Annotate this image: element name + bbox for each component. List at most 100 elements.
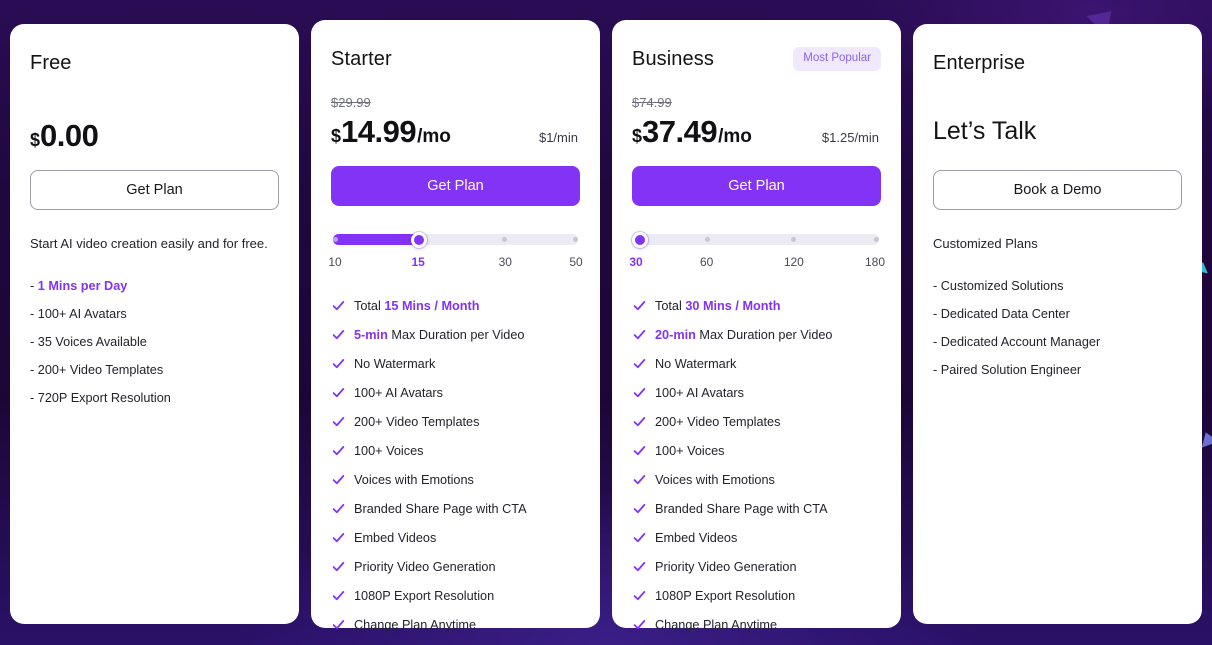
feature-list: Total 15 Mins / Month 5-min Max Duration … bbox=[331, 298, 580, 632]
feature-text: 720P Export Resolution bbox=[37, 391, 171, 405]
price-amount: 0.00 bbox=[40, 118, 99, 153]
current-price: $0.00 bbox=[30, 118, 99, 154]
feature-label: No Watermark bbox=[354, 357, 435, 371]
slider-tick-label[interactable]: 60 bbox=[700, 255, 713, 269]
feature-text: 200+ Video Templates bbox=[655, 414, 781, 429]
price-amount: 37.49 bbox=[642, 114, 718, 149]
slider-fill bbox=[333, 234, 419, 245]
price-period: /mo bbox=[417, 126, 451, 147]
get-plan-button[interactable]: Get Plan bbox=[331, 166, 580, 206]
minutes-slider[interactable]: 10 15 30 50 bbox=[328, 231, 583, 280]
slider-thumb[interactable] bbox=[410, 231, 427, 248]
slider-track[interactable] bbox=[632, 231, 879, 248]
slider-tick-dot[interactable] bbox=[705, 237, 710, 242]
book-a-demo-button[interactable]: Book a Demo bbox=[933, 170, 1182, 210]
feature-item: - Customized Solutions bbox=[933, 279, 1182, 293]
per-minute-rate: $1.25/min bbox=[821, 130, 879, 145]
feature-text: Max Duration per Video bbox=[695, 327, 833, 342]
feature-item: Total 15 Mins / Month bbox=[331, 298, 580, 313]
feature-item: - Dedicated Account Manager bbox=[933, 335, 1182, 349]
feature-text: 100+ Voices bbox=[655, 443, 725, 458]
feature-text: Embed Videos bbox=[655, 530, 738, 545]
slider-thumb[interactable] bbox=[632, 231, 648, 248]
feature-bullet: - bbox=[30, 307, 38, 321]
feature-label: 200+ Video Templates bbox=[354, 415, 479, 429]
feature-item: 100+ AI Avatars bbox=[632, 385, 881, 400]
slider-tick-dot[interactable] bbox=[502, 237, 507, 242]
feature-label: Priority Video Generation bbox=[354, 560, 496, 574]
feature-text: Voices with Emotions bbox=[655, 472, 775, 487]
price-amount: 14.99 bbox=[341, 114, 417, 149]
slider-tick-label[interactable]: 10 bbox=[328, 255, 341, 269]
price-headline: Let’s Talk bbox=[933, 117, 1037, 145]
price-block: $29.99 $14.99/mo $1/min bbox=[331, 94, 580, 160]
check-icon bbox=[331, 588, 346, 603]
feature-list: - Customized Solutions - Dedicated Data C… bbox=[933, 279, 1182, 377]
feature-text: Customized Solutions bbox=[940, 279, 1064, 293]
slider-track[interactable] bbox=[333, 231, 578, 248]
original-price: $74.99 bbox=[632, 95, 672, 110]
feature-item: - 100+ AI Avatars bbox=[30, 307, 279, 321]
feature-item: 100+ AI Avatars bbox=[331, 385, 580, 400]
per-minute-rate: $1/min bbox=[538, 130, 578, 145]
slider-tick-dot[interactable] bbox=[874, 237, 879, 242]
feature-item: - 1 Mins per Day bbox=[30, 279, 279, 293]
most-popular-badge: Most Popular bbox=[793, 47, 881, 71]
slider-tick-label[interactable]: 30 bbox=[629, 255, 642, 269]
feature-label: Total 15 Mins / Month bbox=[354, 299, 479, 313]
feature-text: Change Plan Anytime bbox=[354, 617, 477, 632]
feature-label: 20-min Max Duration per Video bbox=[655, 328, 833, 342]
feature-highlight: 15 Mins / Month bbox=[384, 298, 480, 313]
plan-description: Start AI video creation easily and for f… bbox=[30, 236, 268, 251]
slider-tick-label[interactable]: 50 bbox=[569, 255, 582, 269]
slider-tick-dot[interactable] bbox=[573, 237, 578, 242]
slider-tick-dot[interactable] bbox=[333, 237, 338, 242]
slider-tick-label[interactable]: 30 bbox=[499, 255, 512, 269]
feature-text: 100+ AI Avatars bbox=[655, 385, 744, 400]
feature-label: 100+ Voices bbox=[354, 444, 423, 458]
plan-name: Enterprise bbox=[933, 51, 1026, 74]
check-icon bbox=[331, 414, 346, 429]
check-icon bbox=[331, 443, 346, 458]
check-icon bbox=[331, 472, 346, 487]
feature-item: Branded Share Page with CTA bbox=[331, 501, 580, 516]
slider-tick-label[interactable]: 15 bbox=[411, 255, 424, 269]
feature-label: 100+ Voices bbox=[655, 444, 724, 458]
feature-text: Embed Videos bbox=[354, 530, 437, 545]
get-plan-button[interactable]: Get Plan bbox=[632, 166, 881, 206]
pricing-card-starter: Starter $29.99 $14.99/mo $1/min Get Plan 10 15… bbox=[311, 20, 600, 632]
feature-item: - 200+ Video Templates bbox=[30, 363, 279, 377]
plan-description: Customized Plans bbox=[933, 236, 1038, 251]
minutes-slider[interactable]: 30 60 120 180 bbox=[629, 231, 885, 280]
get-plan-button[interactable]: Get Plan bbox=[30, 170, 279, 210]
feature-item: 1080P Export Resolution bbox=[331, 588, 580, 603]
feature-highlight: 1 Mins per Day bbox=[37, 279, 128, 293]
feature-text: Paired Solution Engineer bbox=[940, 363, 1082, 377]
pricing-card-business: Business Most Popular $74.99 $37.49/mo $1.25… bbox=[612, 20, 901, 632]
slider-tick-label[interactable]: 120 bbox=[784, 255, 804, 269]
feature-text: 100+ AI Avatars bbox=[354, 385, 443, 400]
feature-list: - 1 Mins per Day - 100+ AI Avatars - 35 Vo… bbox=[30, 279, 279, 405]
card-header: Free bbox=[30, 50, 279, 76]
check-icon bbox=[331, 385, 346, 400]
card-header: Business Most Popular bbox=[632, 46, 881, 72]
price-period: /mo bbox=[718, 126, 752, 147]
feature-item: Change Plan Anytime bbox=[632, 617, 881, 632]
feature-item: Total 30 Mins / Month bbox=[632, 298, 881, 313]
check-icon bbox=[632, 414, 647, 429]
feature-text: 35 Voices Available bbox=[37, 335, 147, 349]
plan-name: Starter bbox=[331, 47, 392, 70]
check-icon bbox=[632, 356, 647, 371]
feature-item: - 35 Voices Available bbox=[30, 335, 279, 349]
check-icon bbox=[632, 530, 647, 545]
price-block: $74.99 $37.49/mo $1.25/min bbox=[632, 94, 881, 160]
feature-prefix: Total bbox=[354, 298, 385, 313]
feature-text: 200+ Video Templates bbox=[37, 363, 164, 377]
feature-bullet: - bbox=[933, 279, 941, 293]
current-price: $37.49/mo bbox=[632, 114, 752, 150]
slider-tick-dot[interactable] bbox=[790, 237, 796, 242]
feature-text: No Watermark bbox=[354, 356, 436, 371]
feature-label: Embed Videos bbox=[354, 531, 436, 545]
slider-tick-label[interactable]: 180 bbox=[865, 255, 885, 269]
card-header: Enterprise bbox=[933, 50, 1182, 76]
